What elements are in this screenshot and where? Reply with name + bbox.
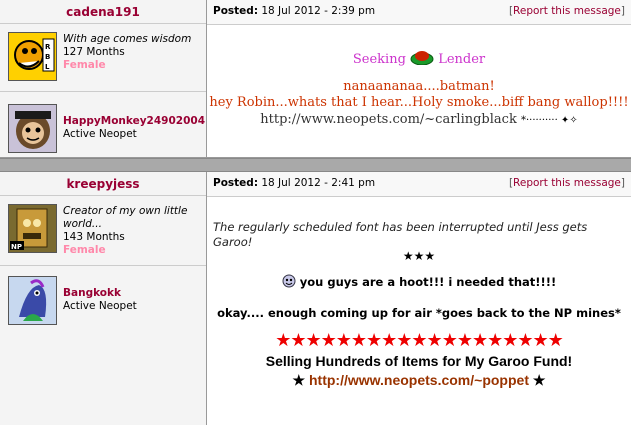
posted-label: Posted: (213, 5, 259, 17)
report-bracket-close: ] (620, 177, 625, 189)
robin-line: hey Robin...whats that I hear...Holy smo… (209, 95, 629, 110)
batman-line: nanaananaa....batman! (343, 79, 495, 94)
avatar-image: NP (9, 205, 56, 252)
forum-post: cadena191 R B L With age comes wisdom 12… (0, 0, 631, 158)
username-link[interactable]: kreepyjess (0, 172, 206, 196)
pet-avatar (9, 105, 56, 152)
sidebar-divider (0, 91, 206, 92)
user-avatar[interactable]: R B L (8, 32, 57, 81)
pet-name-link[interactable]: Bangkokk (63, 287, 137, 300)
user-quote: With age comes wisdom (63, 33, 192, 45)
posted-date: 18 Jul 2012 - 2:39 pm (261, 5, 376, 17)
user-sidebar: cadena191 R B L With age comes wisdom 12… (0, 0, 207, 157)
pet-image[interactable] (8, 104, 57, 153)
red-stars-row: ★★★★★★★★★★★★★★★★★★★ (275, 330, 564, 351)
hoot-text: you guys are a hoot!!! i needed that!!!! (299, 275, 557, 289)
sparkle-decoration: *·········· ✦✧ (520, 115, 578, 126)
post-body: Posted: 18 Jul 2012 - 2:39 pm [Report th… (207, 0, 631, 157)
sidebar-divider (0, 265, 206, 266)
svg-text:B: B (45, 53, 50, 61)
poppet-link[interactable]: http://www.neopets.com/~poppet (309, 372, 529, 388)
report-message: [Report this message] (509, 5, 625, 17)
carlingblack-link[interactable]: http://www.neopets.com/~carlingblack (260, 112, 517, 127)
smiley-icon (282, 274, 296, 288)
user-gender: Female (63, 244, 106, 256)
pet-status: Active Neopet (63, 128, 137, 140)
selling-line: Selling Hundreds of Items for My Garoo F… (265, 353, 573, 369)
posted-info: Posted: 18 Jul 2012 - 2:41 pm (213, 177, 375, 189)
username-link[interactable]: cadena191 (0, 0, 206, 24)
user-info: With age comes wisdom 127 Months Female (63, 33, 191, 72)
lender-text: Lender (438, 52, 486, 67)
pet-info: HappyMonkey24902004 Active Neopet (63, 115, 205, 141)
star-icon: ★ (532, 372, 546, 388)
post-header: Posted: 18 Jul 2012 - 2:39 pm [Report th… (207, 0, 631, 25)
svg-text:R: R (45, 43, 51, 51)
posted-label: Posted: (213, 177, 259, 189)
user-avatar[interactable]: NP (8, 204, 57, 253)
intro-text: The regularly scheduled font has been in… (213, 220, 588, 249)
report-bracket-close: ] (620, 5, 625, 17)
seeking-text: Seeking (352, 52, 406, 67)
pet-status: Active Neopet (63, 300, 137, 312)
post-header: Posted: 18 Jul 2012 - 2:41 pm [Report th… (207, 172, 631, 197)
pet-avatar (9, 277, 56, 324)
hoot-line: you guys are a hoot!!! i needed that!!!! (207, 274, 631, 289)
turtle-shell-icon (410, 51, 434, 66)
report-link[interactable]: Report this message (513, 5, 621, 17)
svg-text:NP: NP (11, 243, 22, 251)
link-line: http://www.neopets.com/~carlingblack *··… (207, 112, 631, 127)
pet-name-link[interactable]: HappyMonkey24902004 (63, 115, 205, 128)
seeking-line: Seeking Lender (207, 49, 631, 67)
user-months: 127 Months (63, 46, 125, 58)
user-quote: Creator of my own little world... (63, 205, 188, 230)
star-icon: ★ (292, 372, 306, 388)
posted-date: 18 Jul 2012 - 2:41 pm (261, 177, 376, 189)
report-link[interactable]: Report this message (513, 177, 621, 189)
user-sidebar: kreepyjess NP Creator of my own little w… (0, 172, 207, 425)
three-stars: ★★★ (402, 249, 436, 263)
forum-post: kreepyjess NP Creator of my own little w… (0, 172, 631, 425)
user-gender: Female (63, 59, 106, 71)
report-message: [Report this message] (509, 177, 625, 189)
okay-line: okay.... enough coming up for air *goes … (217, 306, 621, 320)
post-body: Posted: 18 Jul 2012 - 2:41 pm [Report th… (207, 172, 631, 425)
svg-text:L: L (45, 63, 50, 71)
user-info: Creator of my own little world... 143 Mo… (63, 205, 199, 257)
user-months: 143 Months (63, 231, 125, 243)
pet-info: Bangkokk Active Neopet (63, 287, 137, 313)
posted-info: Posted: 18 Jul 2012 - 2:39 pm (213, 5, 375, 17)
avatar-image: R B L (9, 33, 56, 80)
pet-image[interactable] (8, 276, 57, 325)
poppet-line: ★ http://www.neopets.com/~poppet ★ (207, 372, 631, 389)
post-divider (0, 158, 631, 172)
